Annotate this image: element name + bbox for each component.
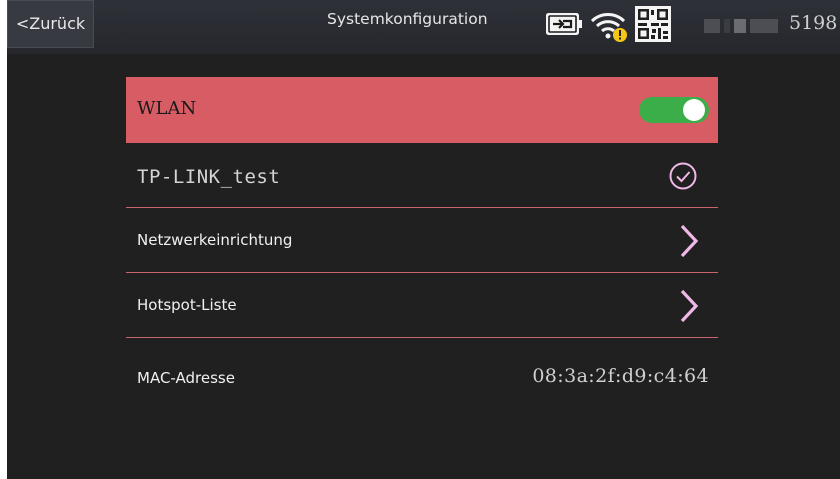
- wifi-warning-icon: [590, 13, 627, 42]
- device-serial-suffix: 5198: [789, 12, 838, 34]
- connected-ssid: TP-LINK_test: [137, 166, 281, 188]
- network-setup-row[interactable]: Netzwerkeinrichtung: [126, 208, 718, 273]
- mac-address-row: MAC-Adresse 08:3a:2f:d9:c4:64: [126, 338, 718, 418]
- chevron-right-icon: [680, 289, 699, 323]
- wlan-toggle-switch[interactable]: [639, 97, 709, 123]
- mac-address-label: MAC-Adresse: [137, 369, 235, 387]
- battery-charging-icon: [546, 13, 582, 35]
- wlan-label: WLAN: [137, 98, 197, 119]
- hotspot-list-label: Hotspot-Liste: [137, 296, 237, 314]
- page-title: Systemkonfiguration: [327, 10, 488, 28]
- connected-network-row[interactable]: TP-LINK_test: [126, 143, 718, 208]
- chevron-right-icon: [680, 224, 699, 258]
- screen-edge: [0, 0, 7, 479]
- hotspot-list-row[interactable]: Hotspot-Liste: [126, 273, 718, 338]
- system-config-screen: <Zurück Systemkonfiguration 5198 WLAN TP…: [0, 0, 840, 479]
- qr-code-icon: [635, 6, 671, 42]
- wifi-settings-list: WLAN TP-LINK_test Netzwerkeinrichtung Ho…: [126, 77, 718, 418]
- mac-address-value: 08:3a:2f:d9:c4:64: [532, 365, 709, 387]
- back-button[interactable]: <Zurück: [7, 0, 94, 48]
- top-bar: <Zurück Systemkonfiguration 5198: [7, 0, 840, 54]
- network-setup-label: Netzwerkeinrichtung: [137, 231, 293, 249]
- check-circle-icon: [669, 162, 697, 190]
- wlan-toggle-row[interactable]: WLAN: [126, 77, 718, 143]
- toggle-knob: [683, 99, 705, 121]
